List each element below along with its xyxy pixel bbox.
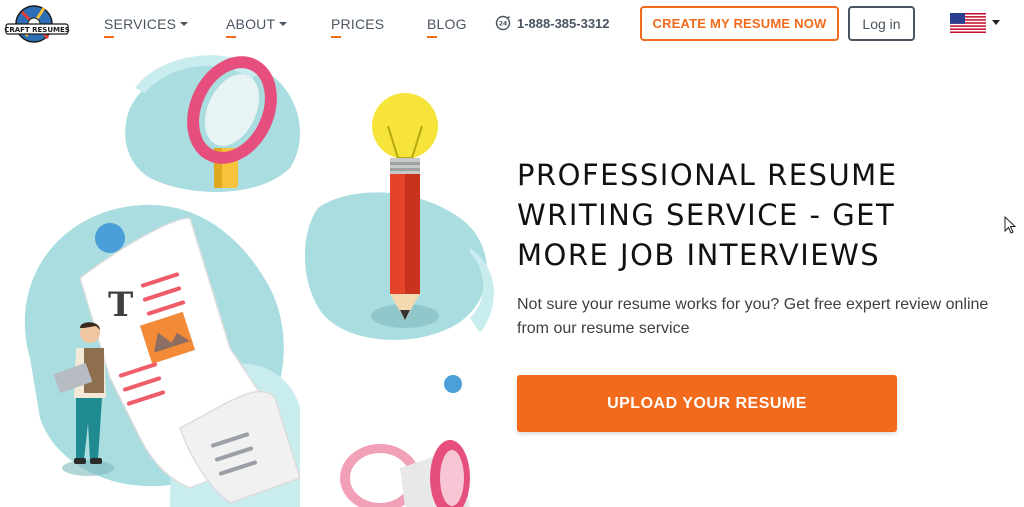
chevron-down-icon	[180, 22, 189, 27]
nav-underline	[104, 36, 114, 38]
us-flag-icon[interactable]	[950, 13, 986, 33]
hero-title-line: WRITING SERVICE - GET	[517, 198, 896, 232]
login-button[interactable]: Log in	[848, 6, 915, 41]
nav-about[interactable]: ABOUT	[226, 16, 288, 38]
site-header: CRAFT RESUMES SERVICES ABOUT PRICES BLOG…	[0, 0, 1024, 48]
craft-resumes-logo[interactable]: CRAFT RESUMES	[4, 2, 70, 46]
phone-24-icon: 24	[495, 15, 511, 31]
upload-resume-button[interactable]: UPLOAD YOUR RESUME	[517, 375, 897, 432]
megaphone-icon	[340, 440, 470, 507]
hero-title-line: MORE JOB INTERVIEWS	[517, 238, 881, 272]
hero-title: PROFESSIONAL RESUME WRITING SERVICE - GE…	[517, 155, 977, 275]
create-resume-button[interactable]: CREATE MY RESUME NOW	[640, 6, 839, 41]
phone-number: 1-888-385-3312	[517, 15, 610, 31]
nav-underline	[331, 36, 341, 38]
nav-underline	[226, 36, 236, 38]
phone-link[interactable]: 24 1-888-385-3312	[495, 15, 610, 31]
hero-illustration: T	[24, 55, 494, 507]
nav-about-label: ABOUT	[226, 16, 276, 32]
logo-text: CRAFT RESUMES	[4, 26, 70, 34]
chevron-down-icon	[279, 22, 288, 27]
nav-services-label: SERVICES	[104, 16, 177, 32]
svg-text:24: 24	[499, 21, 507, 28]
nav-services[interactable]: SERVICES	[104, 16, 189, 38]
blue-dot-decoration	[95, 223, 125, 253]
nav-blog[interactable]: BLOG	[427, 16, 467, 38]
blue-dot-decoration	[444, 375, 462, 393]
nav-blog-label: BLOG	[427, 16, 467, 32]
hero-title-line: PROFESSIONAL RESUME	[517, 158, 898, 192]
nav-underline	[427, 36, 437, 38]
nav-prices-label: PRICES	[331, 16, 385, 32]
hero-subtitle: Not sure your resume works for you? Get …	[517, 296, 989, 337]
language-chevron-down-icon[interactable]	[992, 20, 1000, 25]
mouse-pointer-icon	[1004, 216, 1016, 234]
nav-prices[interactable]: PRICES	[331, 16, 385, 38]
document-letter: T	[108, 285, 133, 325]
